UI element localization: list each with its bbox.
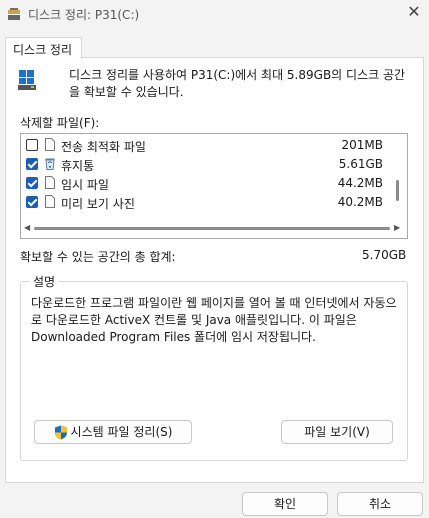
item-name: 임시 파일 xyxy=(61,178,109,192)
checkbox[interactable] xyxy=(26,139,38,151)
title-bar: 디스크 정리: P31(C:) ✕ xyxy=(0,0,429,28)
files-to-delete-label: 삭제할 파일(F): xyxy=(20,116,100,130)
drive-icon xyxy=(18,70,36,90)
total-space-label: 확보할 수 있는 공간의 총 합계: xyxy=(20,250,176,264)
file-icon xyxy=(45,176,55,189)
ok-button[interactable]: 확인 xyxy=(242,492,328,516)
window-title: 디스크 정리: P31(C:) xyxy=(28,8,140,22)
item-name: 미리 보기 사진 xyxy=(61,197,135,211)
checkbox[interactable] xyxy=(26,196,38,208)
tab-label: 디스크 정리 xyxy=(13,43,73,57)
uac-shield-icon xyxy=(54,425,67,440)
files-to-delete-list[interactable]: 전송 최적화 파일 201MB 휴지통 5.61GB 임시 파일 44.2MB … xyxy=(20,133,408,239)
disk-cleanup-app-icon xyxy=(8,8,20,20)
list-item[interactable]: 미리 보기 사진 40.2MB xyxy=(21,193,395,212)
cleanup-summary-text: 디스크 정리를 사용하여 P31(C:)에서 최대 5.89GB의 디스크 공간… xyxy=(69,68,406,99)
tab-disk-cleanup[interactable]: 디스크 정리 xyxy=(5,37,82,59)
checkbox[interactable] xyxy=(26,177,38,189)
view-files-button[interactable]: 파일 보기(V) xyxy=(281,420,393,444)
close-button[interactable]: ✕ xyxy=(404,2,424,22)
file-icon xyxy=(45,195,55,208)
total-space-value: 5.70GB xyxy=(362,248,407,262)
item-size: 40.2MB xyxy=(337,195,383,209)
recycle-bin-icon xyxy=(45,158,55,170)
item-size: 201MB xyxy=(341,138,384,152)
scroll-right-arrow-icon[interactable]: ▶ xyxy=(394,223,400,232)
file-icon xyxy=(45,138,55,151)
item-size: 5.61GB xyxy=(338,157,383,171)
horizontal-scrollbar-thumb[interactable] xyxy=(34,227,390,230)
item-size: 44.2MB xyxy=(337,176,383,190)
checkbox[interactable] xyxy=(26,158,38,170)
item-name: 휴지통 xyxy=(61,159,95,173)
item-name: 전송 최적화 파일 xyxy=(61,140,146,154)
cleanup-system-files-button[interactable]: 시스템 파일 정리(S) xyxy=(34,420,192,444)
vertical-scrollbar-thumb[interactable] xyxy=(396,180,399,201)
cleanup-system-files-label: 시스템 파일 정리(S) xyxy=(70,425,173,439)
list-item[interactable]: 전송 최적화 파일 201MB xyxy=(21,136,395,155)
scroll-left-arrow-icon[interactable]: ◀ xyxy=(24,223,30,232)
cancel-button[interactable]: 취소 xyxy=(337,492,423,516)
list-item[interactable]: 휴지통 5.61GB xyxy=(21,155,395,174)
description-title: 설명 xyxy=(30,273,59,290)
description-text: 다운로드한 프로그램 파일이란 웹 페이지를 열어 볼 때 인터넷에서 자동으로… xyxy=(31,296,397,344)
list-item[interactable]: 임시 파일 44.2MB xyxy=(21,174,395,193)
